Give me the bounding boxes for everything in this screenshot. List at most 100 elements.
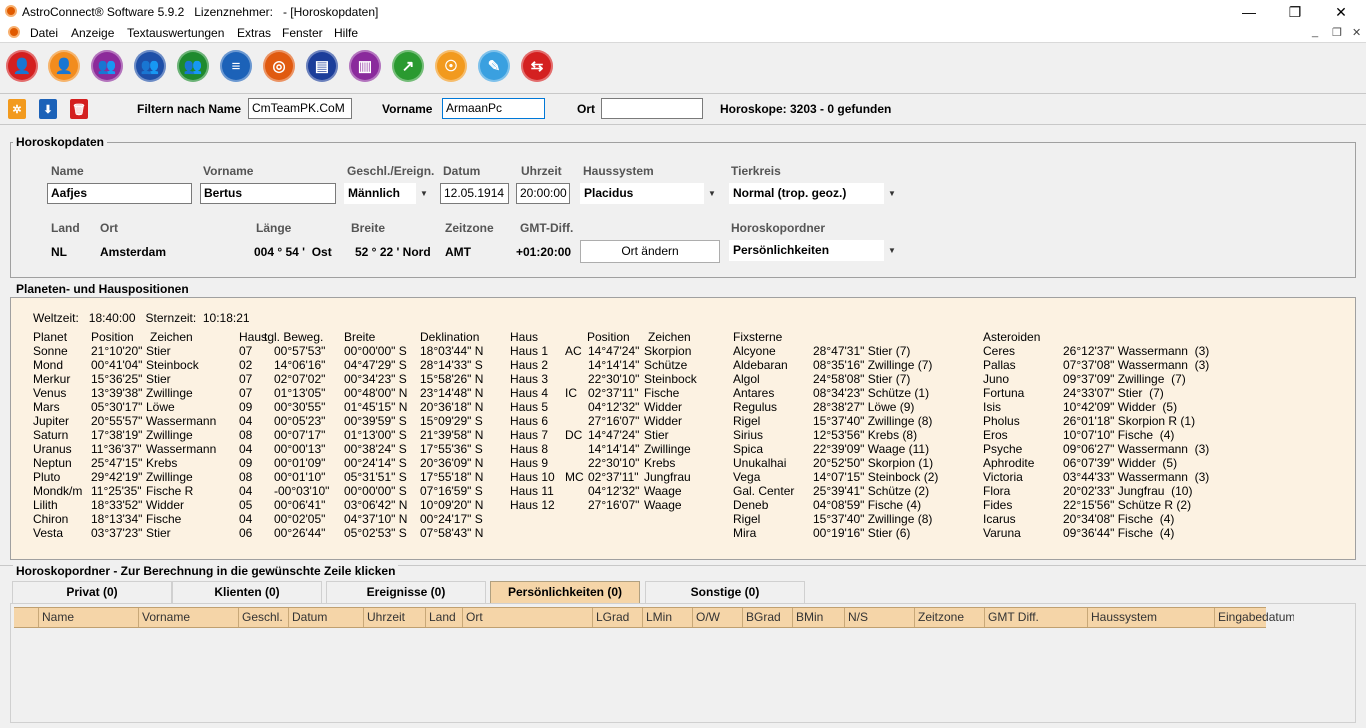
- grid-col-header[interactable]: N/S: [844, 608, 914, 627]
- planet-cell: 04: [239, 414, 253, 428]
- globe-icon[interactable]: ◎: [263, 50, 295, 82]
- haussystem-select[interactable]: Placidus ▼: [580, 183, 720, 204]
- people-green-icon[interactable]: 👥: [177, 50, 209, 82]
- grid-col-header[interactable]: Geschl.: [238, 608, 288, 627]
- uhrzeit-input[interactable]: 20:00:00: [516, 183, 570, 204]
- menu-fenster[interactable]: Fenster: [282, 26, 323, 40]
- tab-privat[interactable]: Privat (0): [12, 581, 172, 603]
- asteroid-name: Eros: [983, 428, 1008, 442]
- ort-aendern-button[interactable]: Ort ändern: [580, 240, 720, 263]
- filter-vorname-input[interactable]: ArmaanPc: [442, 98, 545, 119]
- astrology-icon[interactable]: ☉: [435, 50, 467, 82]
- close-icon[interactable]: ✕: [1319, 2, 1363, 22]
- grid-col-header[interactable]: Land: [425, 608, 462, 627]
- exit-icon[interactable]: ⇆: [521, 50, 553, 82]
- grid-col-header[interactable]: BMin: [792, 608, 844, 627]
- chevron-down-icon[interactable]: ▼: [884, 183, 900, 204]
- planet-cell: 17°38'19": [91, 428, 143, 442]
- book-icon[interactable]: ▥: [349, 50, 381, 82]
- menu-hilfe[interactable]: Hilfe: [334, 26, 358, 40]
- mdi-restore-icon[interactable]: ❐: [1332, 26, 1342, 39]
- filter-name-input[interactable]: CmTeamPK.CoM: [248, 98, 352, 119]
- asteroid-value: 26°01'18" Skorpion R (1): [1063, 414, 1196, 428]
- menu-textauswertungen[interactable]: Textauswertungen: [127, 26, 224, 40]
- house-cell: 14°14'14": [588, 358, 640, 372]
- edit-icon[interactable]: ✎: [478, 50, 510, 82]
- tab-ereignisse[interactable]: Ereignisse (0): [326, 581, 486, 603]
- haussystem-value: Placidus: [584, 186, 634, 200]
- chevron-down-icon[interactable]: ▼: [704, 183, 720, 204]
- grid-col-header[interactable]: Zeitzone: [914, 608, 984, 627]
- fixstern-value: 00°19'16" Stier (6): [813, 526, 911, 540]
- chevron-down-icon[interactable]: ▼: [416, 183, 432, 204]
- tab-persoenlichkeiten[interactable]: Persönlichkeiten (0): [490, 581, 640, 603]
- fixstern-name: Alcyone: [733, 344, 776, 358]
- tab-klienten[interactable]: Klienten (0): [172, 581, 322, 603]
- fixstern-name: Sirius: [733, 428, 764, 442]
- asteroid-name: Juno: [983, 372, 1010, 386]
- asteroid-name: Pallas: [983, 358, 1016, 372]
- planet-cell: 00°00'00" S: [344, 344, 407, 358]
- planet-cell: 20°55'57": [91, 414, 143, 428]
- trash-icon[interactable]: 🗑: [70, 99, 88, 119]
- mdi-minimize-icon[interactable]: _: [1312, 26, 1318, 38]
- menu-anzeige[interactable]: Anzeige: [71, 26, 114, 40]
- chevron-down-icon[interactable]: ▼: [884, 240, 900, 261]
- planet-col-header: Deklination: [420, 330, 480, 344]
- card-icon[interactable]: ▤: [306, 50, 338, 82]
- grid-col-header[interactable]: LMin: [642, 608, 692, 627]
- name-input[interactable]: Aafjes: [47, 183, 192, 204]
- land-value: NL: [51, 245, 67, 259]
- list-icon[interactable]: ≡: [220, 50, 252, 82]
- fixstern-name: Antares: [733, 386, 775, 400]
- grid-col-header[interactable]: Vorname: [138, 608, 238, 627]
- grid-col-header[interactable]: GMT Diff.: [984, 608, 1087, 627]
- minimize-icon[interactable]: —: [1227, 2, 1271, 22]
- ordner-value: Persönlichkeiten: [733, 243, 830, 257]
- planet-cell: 00°57'53": [274, 344, 326, 358]
- grid-col-header[interactable]: Uhrzeit: [363, 608, 425, 627]
- grid-col-header[interactable]: Name: [38, 608, 138, 627]
- house-cell: 22°30'10": [588, 456, 640, 470]
- planet-cell: 07°16'59" S: [420, 484, 483, 498]
- tab-sonstige[interactable]: Sonstige (0): [645, 581, 805, 603]
- mdi-close-icon[interactable]: ✕: [1352, 26, 1361, 39]
- asteroid-value: 20°02'33" Jungfrau (10): [1063, 484, 1193, 498]
- grid-col-header[interactable]: LGrad: [592, 608, 642, 627]
- settings-icon[interactable]: ✲: [8, 99, 26, 119]
- house-cell: Skorpion: [644, 344, 692, 358]
- ordner-select[interactable]: Persönlichkeiten ▼: [729, 240, 900, 261]
- fixstern-value: 08°35'16" Zwillinge (7): [813, 358, 933, 372]
- house-cell: Haus 10: [510, 470, 555, 484]
- planet-cell: Widder: [146, 498, 185, 512]
- person-red-icon[interactable]: 👤: [6, 50, 38, 82]
- house-cell: Widder: [644, 414, 683, 428]
- filter-ort-input[interactable]: [601, 98, 703, 119]
- people-purple-icon[interactable]: 👥: [91, 50, 123, 82]
- grid-col-header[interactable]: Ort: [462, 608, 592, 627]
- grid-col-header[interactable]: BGrad: [742, 608, 792, 627]
- planet-cell: Stier: [146, 344, 171, 358]
- chart-icon[interactable]: ↗: [392, 50, 424, 82]
- planet-cell: 00°01'10": [274, 470, 326, 484]
- grid-col-header[interactable]: Datum: [288, 608, 363, 627]
- grid-col-header[interactable]: Eingabedatum: [1214, 608, 1294, 627]
- geschl-select[interactable]: Männlich ▼: [344, 183, 432, 204]
- person-orange-icon[interactable]: 👤: [48, 50, 80, 82]
- planet-cell: Mond: [33, 358, 64, 372]
- restore-icon[interactable]: ❐: [1273, 2, 1317, 22]
- datum-input[interactable]: 12.05.1914: [440, 183, 509, 204]
- planet-cell: 00°02'05": [274, 512, 326, 526]
- vorname-input[interactable]: Bertus: [200, 183, 336, 204]
- grid-col-header[interactable]: Haussystem: [1087, 608, 1214, 627]
- people-blue-icon[interactable]: 👥: [134, 50, 166, 82]
- planet-cell: Venus: [33, 386, 67, 400]
- download-icon[interactable]: ⬇: [39, 99, 57, 119]
- tierkreis-select[interactable]: Normal (trop. geoz.) ▼: [729, 183, 900, 204]
- planet-cell: 17°55'18" N: [420, 470, 484, 484]
- house-cell: Haus 9: [510, 456, 549, 470]
- menu-datei[interactable]: Datei: [30, 26, 58, 40]
- tierkreis-value: Normal (trop. geoz.): [733, 186, 847, 200]
- grid-col-header[interactable]: O/W: [692, 608, 742, 627]
- menu-extras[interactable]: Extras: [237, 26, 271, 40]
